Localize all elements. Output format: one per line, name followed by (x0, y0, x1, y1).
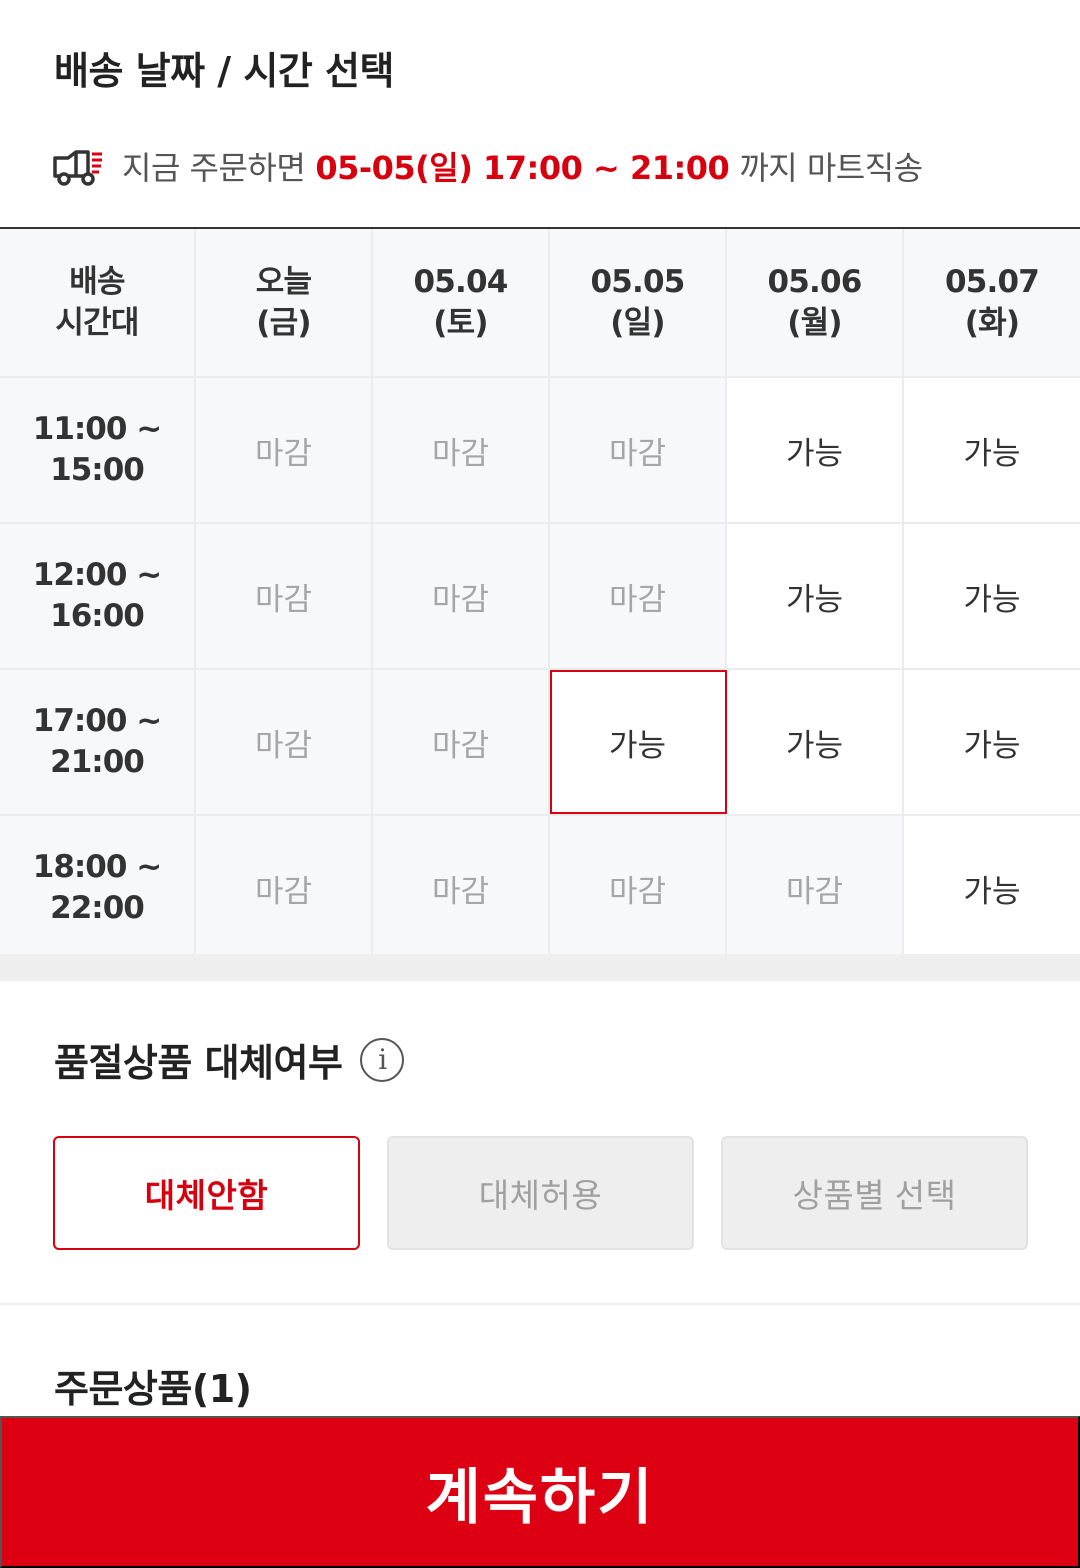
notice-suffix: 까지 마트직송 (739, 149, 923, 187)
header-day: 05.06 (월) (727, 229, 904, 376)
timeslot-start: 11:00 ~ (32, 411, 162, 447)
substitute-title-row: 품절상품 대체여부 i (54, 1032, 405, 1087)
header-day: 05.07 (화) (904, 229, 1080, 376)
day-weekday: (일) (610, 304, 665, 341)
header-label-line1: 배송 (69, 263, 125, 300)
timeslot-label: 12:00 ~ 16:00 (0, 524, 196, 668)
delivery-schedule-table: 배송 시간대 오늘 (금) 05.04 (토) 05.05 (일) 05.06 (월) … (0, 227, 1080, 962)
timeslot-label: 11:00 ~ 15:00 (0, 378, 196, 522)
timeslot-start: 12:00 ~ (32, 557, 162, 593)
schedule-header-row: 배송 시간대 오늘 (금) 05.04 (토) 05.05 (일) 05.06 (월) … (0, 229, 1080, 378)
slot-cell: 마감 (373, 378, 550, 522)
timeslot-end: 15:00 (50, 452, 145, 488)
day-date: 05.07 (944, 263, 1040, 300)
slot-cell: 마감 (550, 378, 727, 522)
slot-cell: 마감 (373, 670, 550, 814)
timeslot-end: 16:00 (50, 598, 145, 634)
day-date: 05.04 (413, 263, 508, 300)
timeslot-start: 18:00 ~ (32, 849, 162, 885)
timeslot-label: 17:00 ~ 21:00 (0, 670, 196, 814)
truck-icon (53, 150, 102, 186)
slot-cell: 마감 (196, 670, 373, 814)
header-timeslot-label: 배송 시간대 (0, 229, 196, 376)
day-date: 오늘 (255, 263, 312, 300)
slot-cell: 마감 (373, 816, 550, 960)
slot-cell[interactable]: 가능 (904, 816, 1080, 960)
continue-button[interactable]: 계속하기 (0, 1416, 1080, 1568)
slot-cell: 마감 (196, 378, 373, 522)
header-day: 05.04 (토) (373, 229, 550, 376)
day-date: 05.05 (590, 263, 685, 300)
order-products-title[interactable]: 주문상품(1) (54, 1358, 252, 1413)
day-weekday: (금) (256, 304, 311, 341)
slot-cell: 마감 (196, 524, 373, 668)
timeslot-row: 17:00 ~ 21:00 마감 마감 가능 가능 가능 (0, 670, 1080, 816)
slot-cell[interactable]: 가능 (904, 378, 1080, 522)
section-separator (0, 954, 1080, 981)
slot-cell[interactable]: 가능 (904, 524, 1080, 668)
timeslot-row: 11:00 ~ 15:00 마감 마감 마감 가능 가능 (0, 378, 1080, 524)
timeslot-start: 17:00 ~ (32, 703, 162, 739)
slot-cell: 마감 (196, 816, 373, 960)
header-label-line2: 시간대 (55, 304, 139, 341)
no-substitute-button[interactable]: 대체안함 (53, 1136, 360, 1250)
per-item-select-button[interactable]: 상품별 선택 (721, 1136, 1028, 1250)
slot-cell: 마감 (550, 816, 727, 960)
timeslot-label: 18:00 ~ 22:00 (0, 816, 196, 960)
timeslot-row: 12:00 ~ 16:00 마감 마감 마감 가능 가능 (0, 524, 1080, 670)
delivery-title: 배송 날짜 / 시간 선택 (54, 49, 394, 93)
notice-delivery-time: 05-05(일) 17:00 ~ 21:00 (315, 149, 730, 187)
divider (0, 1303, 1080, 1305)
day-weekday: (월) (787, 304, 842, 341)
slot-cell: 마감 (373, 524, 550, 668)
slot-cell[interactable]: 가능 (904, 670, 1080, 814)
day-weekday: (화) (964, 304, 1020, 341)
header-day: 오늘 (금) (196, 229, 373, 376)
day-weekday: (토) (433, 304, 488, 341)
substitute-title: 품절상품 대체여부 (54, 1041, 343, 1085)
slot-cell: 마감 (727, 816, 904, 960)
allow-substitute-button[interactable]: 대체허용 (387, 1136, 694, 1250)
info-icon[interactable]: i (360, 1037, 405, 1082)
timeslot-row: 18:00 ~ 22:00 마감 마감 마감 마감 가능 (0, 816, 1080, 962)
slot-cell[interactable]: 가능 (727, 378, 904, 522)
slot-cell[interactable]: 가능 (727, 670, 904, 814)
slot-cell: 마감 (550, 524, 727, 668)
notice-prefix: 지금 주문하면 (122, 149, 306, 187)
header-day: 05.05 (일) (550, 229, 727, 376)
timeslot-end: 21:00 (50, 744, 145, 780)
timeslot-end: 22:00 (50, 890, 145, 926)
delivery-notice: 지금 주문하면 05-05(일) 17:00 ~ 21:00 까지 마트직송 (52, 140, 923, 192)
day-date: 05.06 (767, 263, 862, 300)
slot-cell[interactable]: 가능 (727, 524, 904, 668)
slot-cell-selected[interactable]: 가능 (550, 670, 727, 814)
